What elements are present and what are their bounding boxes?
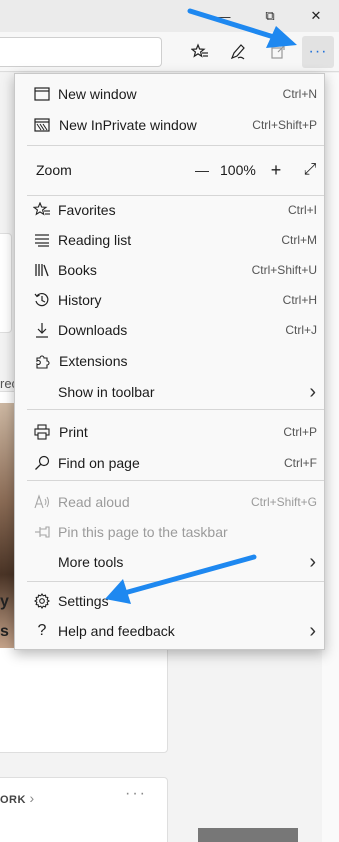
menu-item-label: Extensions <box>59 353 128 369</box>
menu-item-new-window[interactable]: New window Ctrl+N <box>15 79 324 109</box>
card-more-icon[interactable]: ··· <box>125 785 147 803</box>
menu-item-label: Books <box>58 262 97 278</box>
shortcut-label: Ctrl+Shift+U <box>251 263 317 277</box>
restore-button[interactable]: ⧉ <box>247 0 293 32</box>
menu-divider <box>27 581 324 582</box>
close-icon: ✕ <box>310 8 322 23</box>
menu-item-settings[interactable]: Settings <box>15 586 324 616</box>
plus-icon: + <box>270 159 282 180</box>
section-label: ORK › <box>0 790 35 806</box>
shortcut-label: Ctrl+F <box>284 456 317 470</box>
pin-icon <box>32 522 52 542</box>
menu-divider <box>27 409 324 410</box>
minimize-icon: — <box>217 8 231 24</box>
share-icon <box>271 45 285 59</box>
menu-item-label: Favorites <box>58 202 116 218</box>
menu-item-pin-taskbar: Pin this page to the taskbar <box>15 517 324 547</box>
extensions-icon <box>32 351 52 371</box>
restore-icon: ⧉ <box>265 8 275 23</box>
menu-item-label: Show in toolbar <box>58 384 155 400</box>
window-icon <box>32 84 52 104</box>
menu-item-show-in-toolbar[interactable]: Show in toolbar › <box>15 377 324 407</box>
menu-item-label: Downloads <box>58 322 128 338</box>
print-icon <box>32 422 52 442</box>
menu-item-new-inprivate-window[interactable]: New InPrivate window Ctrl+Shift+P <box>15 110 324 140</box>
menu-item-label: History <box>58 292 102 308</box>
menu-divider <box>27 145 324 146</box>
menu-item-label: Pin this page to the taskbar <box>58 524 228 540</box>
menu-item-find-on-page[interactable]: Find on page Ctrl+F <box>15 448 324 478</box>
menu-item-more-tools[interactable]: More tools › <box>15 547 324 577</box>
zoom-out-button[interactable]: — <box>190 158 214 182</box>
shortcut-label: Ctrl+J <box>285 323 317 337</box>
shortcut-label: Ctrl+M <box>281 233 317 247</box>
favorites-star-button[interactable] <box>184 36 216 68</box>
zoom-in-button[interactable]: + <box>264 158 288 182</box>
partial-headline-2: s <box>0 623 9 640</box>
browser-toolbar: ··· <box>0 32 339 72</box>
gear-icon <box>32 591 52 611</box>
content-card <box>0 233 12 333</box>
zoom-label: Zoom <box>36 162 72 178</box>
read-aloud-icon <box>32 492 52 512</box>
help-icon: ? <box>37 622 47 639</box>
close-window-button[interactable]: ✕ <box>293 0 339 32</box>
minimize-button[interactable]: — <box>201 0 247 32</box>
menu-item-label: Settings <box>58 593 109 609</box>
menu-item-books[interactable]: Books Ctrl+Shift+U <box>15 255 324 285</box>
more-dots-icon: ··· <box>308 43 328 60</box>
address-bar[interactable] <box>0 37 162 67</box>
pen-button[interactable] <box>222 36 254 68</box>
ad-block <box>198 828 298 842</box>
menu-item-favorites[interactable]: Favorites Ctrl+I <box>15 195 324 225</box>
favorites-icon <box>32 200 52 220</box>
menu-item-label: Help and feedback <box>58 623 175 639</box>
fullscreen-icon: ⤢ <box>303 161 317 178</box>
minus-icon: — <box>195 162 209 178</box>
news-photo <box>0 403 14 648</box>
title-bar: — ⧉ ✕ <box>0 0 339 32</box>
menu-item-label: Print <box>59 424 88 440</box>
chevron-right-icon: › <box>309 380 316 403</box>
menu-item-label: Find on page <box>58 455 140 471</box>
reading-list-icon <box>32 230 52 250</box>
pen-icon <box>230 44 245 60</box>
menu-item-label: New window <box>58 86 137 102</box>
history-icon <box>32 290 52 310</box>
books-icon <box>32 260 52 280</box>
share-button[interactable] <box>262 36 294 68</box>
favorites-star-icon <box>191 43 208 58</box>
search-icon <box>32 453 52 473</box>
fullscreen-button[interactable]: ⤢ <box>298 158 322 182</box>
more-button[interactable]: ··· <box>302 36 334 68</box>
chevron-right-icon: › <box>309 550 316 573</box>
zoom-level: 100% <box>220 162 256 178</box>
shortcut-label: Ctrl+Shift+G <box>250 495 317 509</box>
shortcut-label: Ctrl+I <box>287 203 317 217</box>
menu-item-label: More tools <box>58 554 124 570</box>
chevron-right-icon: › <box>309 619 316 642</box>
menu-item-extensions[interactable]: Extensions <box>15 346 324 376</box>
menu-item-label: New InPrivate window <box>59 117 197 133</box>
inprivate-icon <box>32 115 52 135</box>
download-icon <box>32 320 52 340</box>
shortcut-label: Ctrl+P <box>283 425 317 439</box>
menu-item-label: Read aloud <box>58 494 130 510</box>
menu-item-print[interactable]: Print Ctrl+P <box>15 417 324 447</box>
menu-item-history[interactable]: History Ctrl+H <box>15 285 324 315</box>
shortcut-label: Ctrl+Shift+P <box>252 118 317 132</box>
menu-item-help-and-feedback[interactable]: ? Help and feedback › <box>15 616 324 646</box>
menu-item-downloads[interactable]: Downloads Ctrl+J <box>15 315 324 345</box>
shortcut-label: Ctrl+N <box>282 87 317 101</box>
zoom-row: Zoom — 100% + ⤢ <box>15 155 324 185</box>
menu-item-read-aloud: Read aloud Ctrl+Shift+G <box>15 487 324 517</box>
settings-and-more-menu: New window Ctrl+N New InPrivate window C… <box>14 73 325 650</box>
menu-item-reading-list[interactable]: Reading list Ctrl+M <box>15 225 324 255</box>
menu-item-label: Reading list <box>58 232 132 248</box>
menu-divider <box>27 480 324 481</box>
shortcut-label: Ctrl+H <box>282 293 317 307</box>
